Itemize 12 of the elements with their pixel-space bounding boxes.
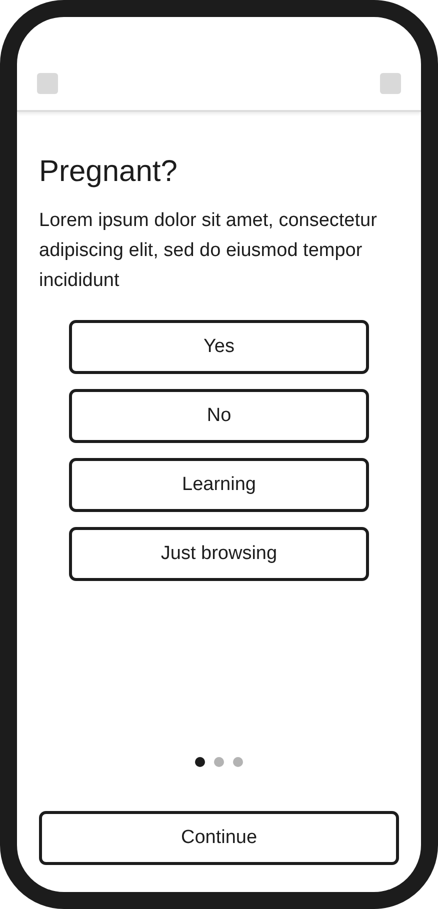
pager-dot[interactable] (214, 757, 224, 767)
option-button[interactable]: No (69, 389, 369, 443)
placeholder-icon[interactable] (37, 73, 58, 94)
placeholder-icon[interactable] (380, 73, 401, 94)
option-button[interactable]: Just browsing (69, 527, 369, 581)
continue-button[interactable]: Continue (39, 811, 399, 865)
question-title: Pregnant? (39, 154, 178, 190)
pager-dot[interactable] (195, 757, 205, 767)
pager-dot[interactable] (233, 757, 243, 767)
description-text: Lorem ipsum dolor sit amet, consectetur adipiscing elit, sed do eiusmod tempor incididunt (39, 209, 378, 293)
option-button[interactable]: Learning (69, 458, 369, 512)
option-button[interactable]: Yes (69, 320, 369, 374)
